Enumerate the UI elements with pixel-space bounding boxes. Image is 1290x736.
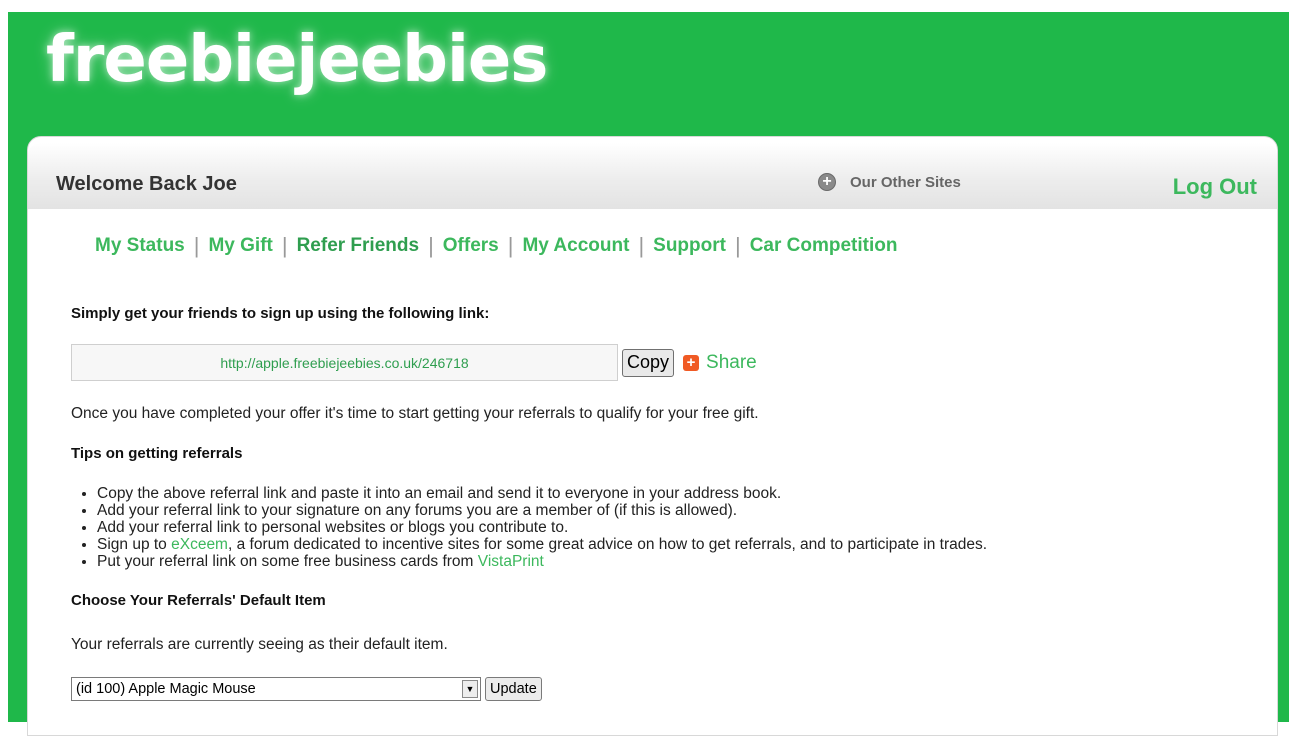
default-item-row: (id 100) Apple Magic Mouse ▼ Update <box>71 677 1261 701</box>
vistaprint-link[interactable]: VistaPrint <box>478 553 544 570</box>
default-item-select[interactable]: (id 100) Apple Magic Mouse ▼ <box>71 677 481 701</box>
refer-content: Simply get your friends to sign up using… <box>71 305 1261 701</box>
list-item: Add your referral link to your signature… <box>97 502 1261 519</box>
copy-button[interactable]: Copy <box>622 348 675 377</box>
nav-separator: | <box>734 233 741 258</box>
nav-car-competition[interactable]: Car Competition <box>750 235 898 257</box>
main-panel: Welcome Back Joe + Our Other Sites Log O… <box>27 136 1278 736</box>
tips-list: Copy the above referral link and paste i… <box>71 485 1261 570</box>
list-item: Add your referral link to personal websi… <box>97 519 1261 536</box>
site-logo[interactable]: freebiejeebies <box>46 28 548 92</box>
tip-text: , a forum dedicated to incentive sites f… <box>227 536 988 553</box>
page-frame: freebiejeebies Welcome Back Joe + Our Ot… <box>8 12 1289 736</box>
tip-text: Sign up to <box>97 536 172 553</box>
other-sites-menu[interactable]: + Our Other Sites <box>818 173 961 191</box>
list-item: Put your referral link on some free busi… <box>97 553 1261 570</box>
logout-link[interactable]: Log Out <box>1173 174 1257 200</box>
nav-offers[interactable]: Offers <box>443 235 499 257</box>
nav-my-account[interactable]: My Account <box>522 235 629 257</box>
nav-my-gift[interactable]: My Gift <box>208 235 272 257</box>
nav-separator: | <box>281 233 288 258</box>
other-sites-label: Our Other Sites <box>850 173 961 191</box>
default-item-heading: Choose Your Referrals' Default Item <box>71 592 326 609</box>
main-nav: My Status | My Gift | Refer Friends | Of… <box>95 233 897 259</box>
welcome-bar: Welcome Back Joe + Our Other Sites Log O… <box>28 143 1277 209</box>
referral-link-row: http://apple.freebiejeebies.co.uk/246718… <box>71 344 1261 381</box>
nav-separator: | <box>193 233 200 258</box>
tip-text: Copy the above referral link and paste i… <box>97 485 782 502</box>
tip-text: Add your referral link to your signature… <box>97 502 738 519</box>
tip-text: Put your referral link on some free busi… <box>97 553 478 570</box>
intro-text: Once you have completed your offer it's … <box>71 405 759 422</box>
update-button[interactable]: Update <box>485 677 542 701</box>
exceem-link[interactable]: eXceem <box>171 536 228 553</box>
nav-separator: | <box>428 233 434 258</box>
tips-heading: Tips on getting referrals <box>71 445 243 462</box>
nav-my-status[interactable]: My Status <box>95 235 185 257</box>
select-value: (id 100) Apple Magic Mouse <box>76 681 256 697</box>
circle-plus-icon: + <box>818 173 836 191</box>
tip-text: Add your referral link to personal websi… <box>97 519 569 536</box>
list-item: Copy the above referral link and paste i… <box>97 485 1261 502</box>
referral-heading: Simply get your friends to sign up using… <box>71 305 490 322</box>
nav-support[interactable]: Support <box>653 235 726 257</box>
welcome-text: Welcome Back Joe <box>56 173 237 195</box>
nav-separator: | <box>638 233 645 258</box>
nav-refer-friends[interactable]: Refer Friends <box>297 235 419 257</box>
list-item: Sign up to eXceem, a forum dedicated to … <box>97 536 1261 553</box>
chevron-down-icon[interactable]: ▼ <box>462 680 478 698</box>
referral-link-field[interactable]: http://apple.freebiejeebies.co.uk/246718 <box>71 344 618 381</box>
default-item-description: Your referrals are currently seeing as t… <box>71 636 448 653</box>
share-link[interactable]: Share <box>706 352 757 374</box>
plus-square-icon[interactable]: + <box>683 354 700 371</box>
nav-separator: | <box>507 233 514 258</box>
